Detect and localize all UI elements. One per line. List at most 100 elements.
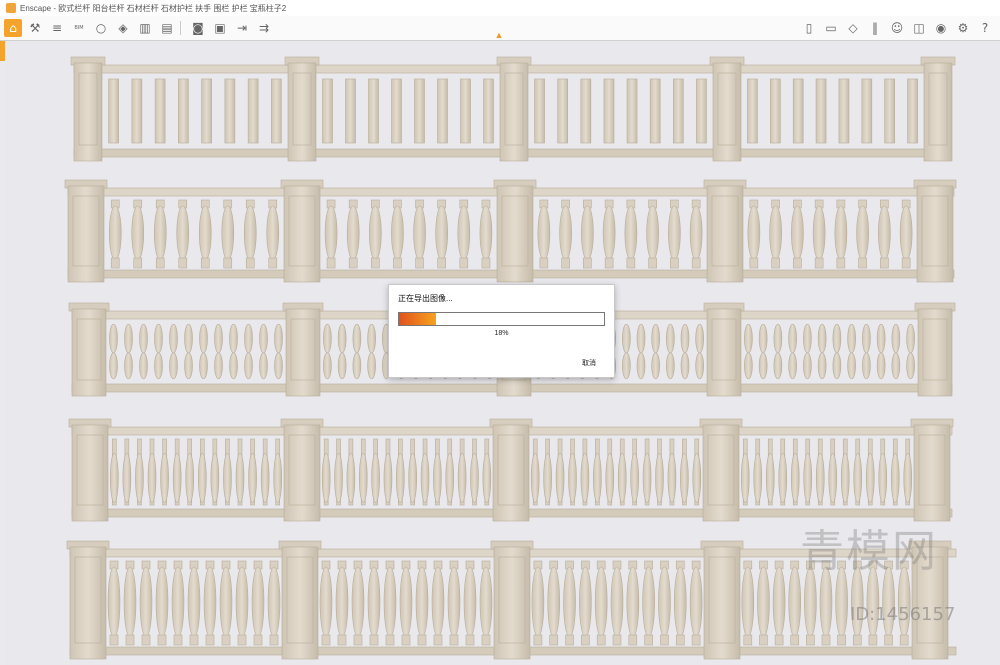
baluster-bulb	[667, 453, 677, 503]
stone-block	[913, 424, 951, 522]
export-icon[interactable]: ⇥	[233, 19, 251, 37]
view-icon[interactable]: ▭	[822, 19, 840, 37]
batch-export-icon[interactable]: ⇉	[255, 19, 273, 37]
stone-block	[923, 62, 953, 162]
stone-block	[916, 185, 954, 283]
home-icon[interactable]: ⌂	[4, 19, 22, 37]
baluster-bulb	[636, 323, 646, 354]
baluster-bulb	[396, 453, 405, 503]
stone-block	[702, 424, 740, 522]
baluster-bulb	[876, 323, 886, 354]
baluster-bulb	[594, 566, 608, 638]
baluster-bulb	[321, 453, 331, 503]
stone-block	[459, 257, 469, 269]
stone-block	[837, 634, 846, 646]
drop-icon[interactable]: ◈	[114, 19, 132, 37]
progress-bar	[398, 312, 605, 326]
baluster-bulb	[185, 453, 195, 503]
stone-block	[790, 634, 800, 646]
baluster-bulb	[139, 352, 148, 380]
stone-block	[281, 546, 319, 660]
baluster-bulb	[147, 453, 157, 503]
stone-block	[449, 634, 459, 646]
baluster-bulb	[139, 566, 153, 638]
baluster-bulb	[229, 323, 238, 354]
clapper-icon[interactable]: ▤	[158, 19, 176, 37]
list-icon[interactable]: ≡	[48, 19, 66, 37]
stone-block	[706, 185, 744, 283]
camera-icon[interactable]: ◙	[189, 19, 207, 37]
baluster-bulb	[668, 205, 681, 261]
baluster-bulb	[876, 352, 886, 380]
stone-block	[626, 257, 636, 269]
baluster-bulb	[862, 352, 871, 380]
stone-block	[253, 634, 263, 646]
stone-block	[499, 62, 529, 162]
baluster-bulb	[171, 566, 185, 638]
baluster-bulb	[856, 205, 869, 261]
gear-icon[interactable]: ⚙	[954, 19, 972, 37]
baluster-bulb	[617, 453, 627, 503]
baluster-bulb	[431, 566, 445, 638]
baluster-bulb	[758, 323, 768, 354]
stone-block	[821, 634, 831, 646]
baluster-bulb	[187, 566, 201, 638]
baluster-bulb	[203, 566, 217, 638]
baluster-bulb	[319, 566, 333, 638]
baluster-bulb	[323, 323, 332, 354]
baluster-bulb	[383, 453, 393, 503]
stone-block	[648, 257, 657, 269]
stone-block	[481, 257, 491, 269]
stone-block	[71, 424, 109, 522]
baluster-bulb	[878, 205, 891, 261]
bubble-icon[interactable]: ○	[92, 19, 110, 37]
book-icon[interactable]: ▯	[800, 19, 818, 37]
stone-block	[596, 634, 606, 646]
baluster-bulb	[447, 566, 461, 638]
capture-icon[interactable]: ◫	[910, 19, 928, 37]
help-icon[interactable]: ?	[976, 19, 994, 37]
cancel-button[interactable]: 取消	[582, 358, 596, 368]
baluster-bulb	[457, 205, 471, 261]
stone-block	[437, 78, 448, 144]
stone-block	[581, 634, 590, 646]
baluster-bulb	[235, 566, 249, 638]
stone-block	[326, 257, 336, 269]
stone-block	[792, 78, 804, 144]
baluster-bulb	[772, 566, 786, 638]
baluster-bulb	[769, 205, 782, 261]
baluster-bulb	[636, 352, 646, 380]
stone-block	[221, 634, 231, 646]
eye-icon[interactable]: ◉	[932, 19, 950, 37]
stone-block	[675, 634, 685, 646]
stone-block	[814, 257, 824, 269]
gallery-icon[interactable]: ▣	[211, 19, 229, 37]
baluster-bulb	[788, 323, 797, 354]
baluster-bulb	[267, 566, 281, 638]
cube-icon[interactable]: ◇	[844, 19, 862, 37]
collapse-toolbar-chevron-icon[interactable]: ▲	[493, 30, 505, 40]
baluster-bulb	[757, 566, 770, 638]
baluster-bulb	[470, 453, 479, 503]
stone-block	[533, 634, 543, 646]
books-icon[interactable]: ‖	[866, 19, 884, 37]
stone-block	[369, 634, 379, 646]
baluster-bulb	[244, 352, 253, 380]
baluster-bulb	[862, 323, 871, 354]
stone-block	[271, 78, 282, 144]
stone-block	[125, 634, 135, 646]
baluster-bulb	[154, 323, 163, 354]
baluster-bulb	[324, 205, 338, 261]
person-icon[interactable]: ☺	[888, 19, 906, 37]
tools-icon[interactable]: ⚒	[26, 19, 44, 37]
stone-block	[628, 634, 638, 646]
baluster-bulb	[530, 453, 540, 503]
building-icon[interactable]: ▥	[136, 19, 154, 37]
bim-icon[interactable]: BIM	[70, 19, 88, 37]
stone-block	[696, 78, 707, 144]
baluster-bulb	[622, 352, 631, 380]
baluster-bulb	[199, 323, 208, 354]
baluster-bulb	[673, 566, 687, 638]
stone-block	[534, 78, 545, 144]
baluster-bulb	[630, 453, 639, 503]
